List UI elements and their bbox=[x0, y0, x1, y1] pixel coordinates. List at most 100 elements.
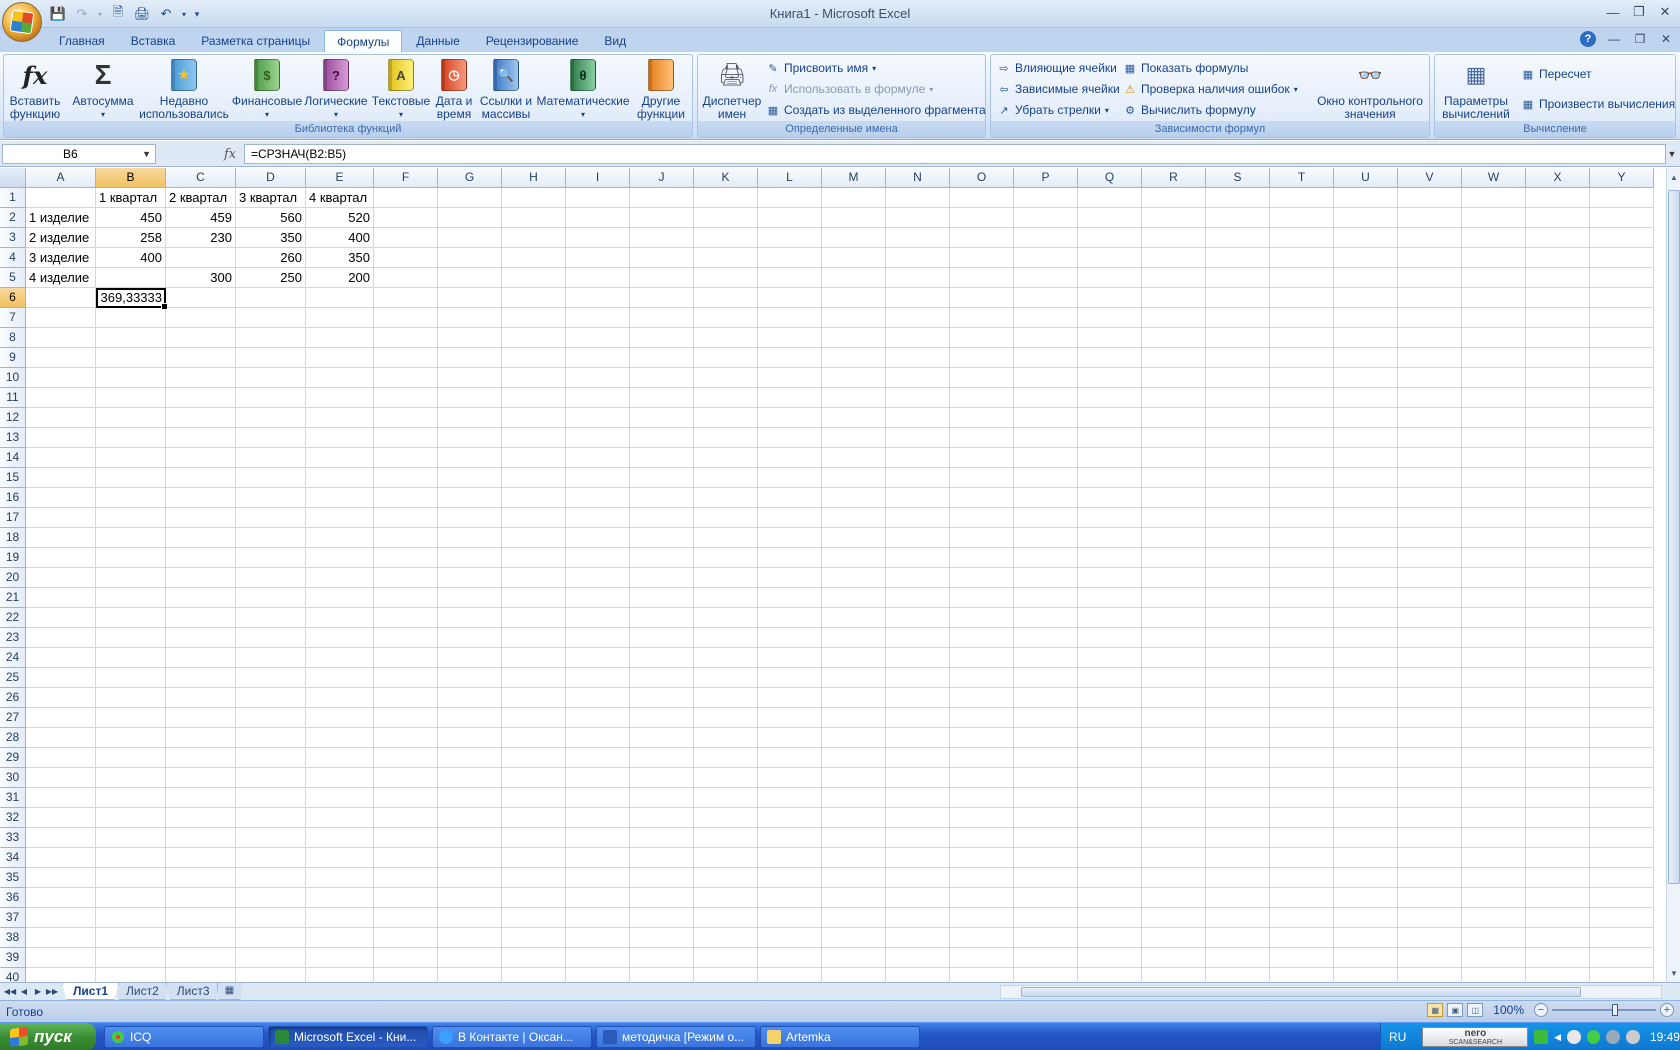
cell-O9[interactable] bbox=[950, 348, 1014, 368]
cell-L13[interactable] bbox=[758, 428, 822, 448]
cell-J20[interactable] bbox=[630, 568, 694, 588]
column-header[interactable]: G bbox=[438, 168, 502, 188]
cell-N24[interactable] bbox=[886, 648, 950, 668]
cell-J12[interactable] bbox=[630, 408, 694, 428]
cell-A27[interactable] bbox=[26, 708, 96, 728]
cell-S18[interactable] bbox=[1206, 528, 1270, 548]
cell-J29[interactable] bbox=[630, 748, 694, 768]
cell-C36[interactable] bbox=[166, 888, 236, 908]
cell-S17[interactable] bbox=[1206, 508, 1270, 528]
cell-N38[interactable] bbox=[886, 928, 950, 948]
cell-X22[interactable] bbox=[1526, 608, 1590, 628]
cell-A15[interactable] bbox=[26, 468, 96, 488]
calculation-options-button[interactable]: ▦ Параметры вычислений bbox=[1439, 57, 1513, 121]
cell-N33[interactable] bbox=[886, 828, 950, 848]
normal-view-icon[interactable]: ▦ bbox=[1427, 1003, 1444, 1017]
cell-Q40[interactable] bbox=[1078, 968, 1142, 982]
cell-I8[interactable] bbox=[566, 328, 630, 348]
cell-S31[interactable] bbox=[1206, 788, 1270, 808]
cell-I26[interactable] bbox=[566, 688, 630, 708]
cell-F14[interactable] bbox=[374, 448, 438, 468]
cell-S26[interactable] bbox=[1206, 688, 1270, 708]
cell-N19[interactable] bbox=[886, 548, 950, 568]
tab-page-layout[interactable]: Разметка страницы bbox=[189, 30, 322, 52]
cell-C15[interactable] bbox=[166, 468, 236, 488]
cell-Q12[interactable] bbox=[1078, 408, 1142, 428]
cell-M25[interactable] bbox=[822, 668, 886, 688]
cell-K13[interactable] bbox=[694, 428, 758, 448]
cell-H22[interactable] bbox=[502, 608, 566, 628]
cell-C18[interactable] bbox=[166, 528, 236, 548]
cell-K16[interactable] bbox=[694, 488, 758, 508]
cell-Y28[interactable] bbox=[1590, 728, 1654, 748]
column-header[interactable]: R bbox=[1142, 168, 1206, 188]
cell-R1[interactable] bbox=[1142, 188, 1206, 208]
cell-S34[interactable] bbox=[1206, 848, 1270, 868]
cell-M12[interactable] bbox=[822, 408, 886, 428]
cell-P35[interactable] bbox=[1014, 868, 1078, 888]
cell-V27[interactable] bbox=[1398, 708, 1462, 728]
cell-U37[interactable] bbox=[1334, 908, 1398, 928]
cell-K12[interactable] bbox=[694, 408, 758, 428]
cell-R9[interactable] bbox=[1142, 348, 1206, 368]
cell-V40[interactable] bbox=[1398, 968, 1462, 982]
cell-H26[interactable] bbox=[502, 688, 566, 708]
cell-D14[interactable] bbox=[236, 448, 306, 468]
cell-P28[interactable] bbox=[1014, 728, 1078, 748]
cell-C37[interactable] bbox=[166, 908, 236, 928]
create-from-selection-button[interactable]: ▦ Создать из выделенного фрагмента bbox=[766, 101, 986, 119]
cell-D35[interactable] bbox=[236, 868, 306, 888]
cell-W23[interactable] bbox=[1462, 628, 1526, 648]
cell-X27[interactable] bbox=[1526, 708, 1590, 728]
cell-D29[interactable] bbox=[236, 748, 306, 768]
cell-M32[interactable] bbox=[822, 808, 886, 828]
cell-Y25[interactable] bbox=[1590, 668, 1654, 688]
cell-Q33[interactable] bbox=[1078, 828, 1142, 848]
cell-C19[interactable] bbox=[166, 548, 236, 568]
cell-K38[interactable] bbox=[694, 928, 758, 948]
column-header[interactable]: M bbox=[822, 168, 886, 188]
cell-X30[interactable] bbox=[1526, 768, 1590, 788]
cell-A8[interactable] bbox=[26, 328, 96, 348]
cell-D2[interactable]: 560 bbox=[236, 208, 306, 228]
cell-U18[interactable] bbox=[1334, 528, 1398, 548]
taskbar-item-icq[interactable]: ICQ bbox=[104, 1026, 264, 1048]
evaluate-formula-button[interactable]: ⚙ Вычислить формулу bbox=[1123, 101, 1256, 119]
cell-S39[interactable] bbox=[1206, 948, 1270, 968]
cell-C17[interactable] bbox=[166, 508, 236, 528]
cell-X25[interactable] bbox=[1526, 668, 1590, 688]
cell-J10[interactable] bbox=[630, 368, 694, 388]
autosum-button[interactable]: Σ Автосумма ▾ bbox=[68, 57, 138, 121]
cell-V16[interactable] bbox=[1398, 488, 1462, 508]
cell-L18[interactable] bbox=[758, 528, 822, 548]
cell-A37[interactable] bbox=[26, 908, 96, 928]
cell-M13[interactable] bbox=[822, 428, 886, 448]
column-header[interactable]: T bbox=[1270, 168, 1334, 188]
logical-button[interactable]: ? Логические ▾ bbox=[304, 57, 368, 121]
cell-R38[interactable] bbox=[1142, 928, 1206, 948]
cell-B33[interactable] bbox=[96, 828, 166, 848]
cell-E18[interactable] bbox=[306, 528, 374, 548]
cell-X38[interactable] bbox=[1526, 928, 1590, 948]
cell-T24[interactable] bbox=[1270, 648, 1334, 668]
cell-V1[interactable] bbox=[1398, 188, 1462, 208]
cell-M8[interactable] bbox=[822, 328, 886, 348]
cell-H10[interactable] bbox=[502, 368, 566, 388]
cell-Q6[interactable] bbox=[1078, 288, 1142, 308]
cell-K26[interactable] bbox=[694, 688, 758, 708]
cell-Q32[interactable] bbox=[1078, 808, 1142, 828]
cell-B40[interactable] bbox=[96, 968, 166, 982]
zoom-out-icon[interactable]: − bbox=[1534, 1003, 1548, 1017]
cell-V24[interactable] bbox=[1398, 648, 1462, 668]
cell-T11[interactable] bbox=[1270, 388, 1334, 408]
cell-S35[interactable] bbox=[1206, 868, 1270, 888]
first-sheet-icon[interactable]: ◀◀ bbox=[4, 984, 16, 998]
cell-E9[interactable] bbox=[306, 348, 374, 368]
cell-I9[interactable] bbox=[566, 348, 630, 368]
taskbar-item-browser[interactable]: В Контакте | Оксан... bbox=[432, 1026, 592, 1048]
cell-I12[interactable] bbox=[566, 408, 630, 428]
cell-E2[interactable]: 520 bbox=[306, 208, 374, 228]
cell-Y31[interactable] bbox=[1590, 788, 1654, 808]
name-box[interactable]: B6 ▼ bbox=[2, 144, 156, 164]
cell-T13[interactable] bbox=[1270, 428, 1334, 448]
